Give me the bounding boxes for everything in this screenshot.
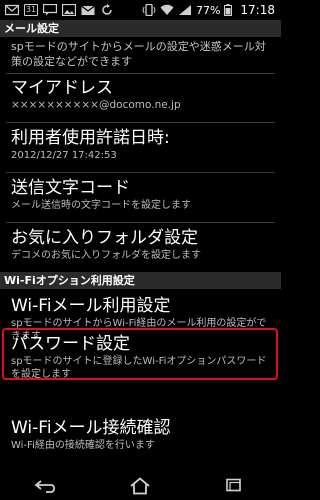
gmail-icon bbox=[4, 4, 20, 16]
status-time: 17:18 bbox=[240, 3, 275, 17]
list-item-favorite-folder[interactable]: お気に入りフォルダ設定 デコメのお気に入りフォルダを設定します bbox=[0, 223, 281, 272]
item-title: マイアドレス bbox=[11, 78, 113, 98]
item-summary: 2012/12/27 17:42:53 bbox=[11, 150, 117, 161]
item-summary: メール送信時の文字コードを設定します bbox=[11, 200, 191, 211]
list-item-wifi-connection-check[interactable]: Wi-Fiメール接続確認 Wi-Fi経由の接続確認を行います bbox=[0, 415, 281, 460]
battery-icon bbox=[224, 4, 233, 16]
battery-percent: 77% bbox=[195, 3, 221, 17]
highlight-box bbox=[2, 328, 278, 380]
item-summary: ××××××××××@docomo.ne.jp bbox=[11, 99, 181, 111]
sync-icon bbox=[100, 4, 114, 16]
signal-icon bbox=[178, 4, 192, 16]
back-icon[interactable] bbox=[27, 475, 67, 497]
notification-icons: 31 bbox=[0, 3, 114, 17]
list-item-wifi-mail-setting[interactable]: Wi-Fiメール利用設定 spモードのサイトからWi-Fi経由のメール利用の設定… bbox=[0, 290, 281, 342]
screen: 31 77% 17:18 メール設定 spモードのサイトからメールの設定や迷惑メ… bbox=[0, 0, 281, 500]
calendar-icon: 31 bbox=[24, 4, 38, 16]
list-item-mail-setting[interactable]: spモードのサイトからメールの設定や迷惑メール対策の設定などができます bbox=[0, 37, 281, 73]
section-label: メール設定 bbox=[4, 22, 59, 35]
item-title: Wi-Fiメール接続確認 bbox=[11, 418, 171, 438]
system-status: 77% 17:18 bbox=[142, 3, 281, 17]
item-title: 送信文字コード bbox=[11, 178, 130, 198]
calendar-day: 31 bbox=[25, 5, 37, 14]
item-summary: デコメのお気に入りフォルダを設定します bbox=[11, 250, 201, 261]
wifi-icon bbox=[160, 4, 174, 16]
recent-apps-icon[interactable] bbox=[214, 475, 254, 497]
section-header-wifi-option: Wi-Fiオプション利用設定 bbox=[0, 272, 281, 289]
item-summary: spモードのサイトからメールの設定や迷惑メール対策の設定などができます bbox=[11, 40, 266, 68]
image-icon bbox=[61, 3, 77, 17]
list-item-license-date[interactable]: 利用者使用許諾日時: 2012/12/27 17:42:53 bbox=[0, 123, 281, 172]
list-item-my-address[interactable]: マイアドレス ××××××××××@docomo.ne.jp bbox=[0, 74, 281, 122]
vibrate-icon bbox=[142, 3, 156, 17]
item-title: 利用者使用許諾日時: bbox=[11, 128, 170, 148]
item-summary: Wi-Fi経由の接続確認を行います bbox=[11, 440, 155, 451]
email-icon bbox=[81, 4, 95, 16]
section-header-mail-settings: メール設定 bbox=[0, 20, 281, 37]
navigation-bar bbox=[0, 472, 281, 500]
status-bar: 31 77% 17:18 bbox=[0, 0, 281, 20]
item-title: お気に入りフォルダ設定 bbox=[11, 228, 198, 248]
message-icon bbox=[42, 3, 58, 16]
section-label: Wi-Fiオプション利用設定 bbox=[4, 274, 135, 287]
item-title: Wi-Fiメール利用設定 bbox=[11, 296, 171, 316]
list-item-send-charset[interactable]: 送信文字コード メール送信時の文字コードを設定します bbox=[0, 173, 281, 222]
home-icon[interactable] bbox=[120, 475, 160, 497]
